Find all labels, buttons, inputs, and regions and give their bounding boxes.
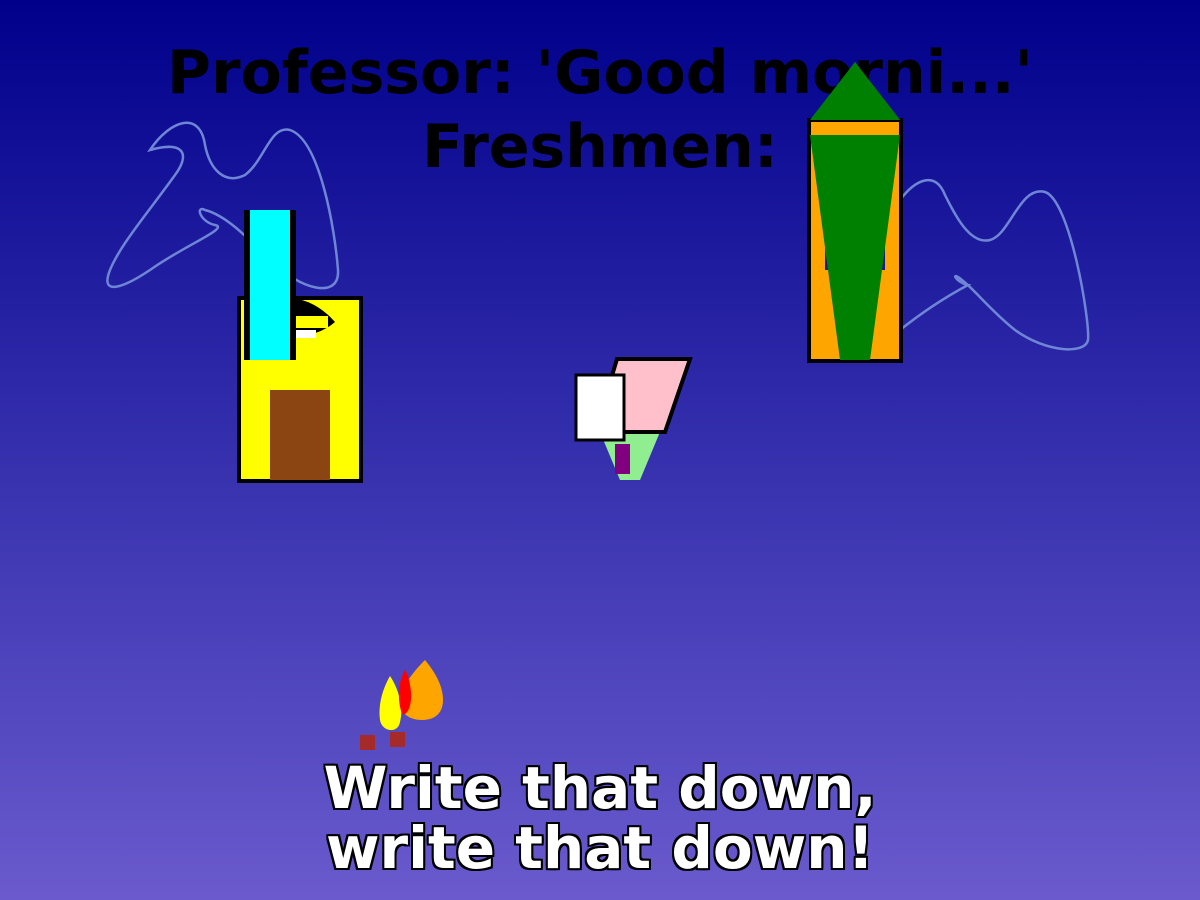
write-line-1: Write that down, xyxy=(323,754,877,822)
write-line-2: write that down! xyxy=(325,814,875,882)
bottom-caption: Write that down, write that down! xyxy=(0,758,1200,878)
green-arrow-head xyxy=(810,62,900,120)
